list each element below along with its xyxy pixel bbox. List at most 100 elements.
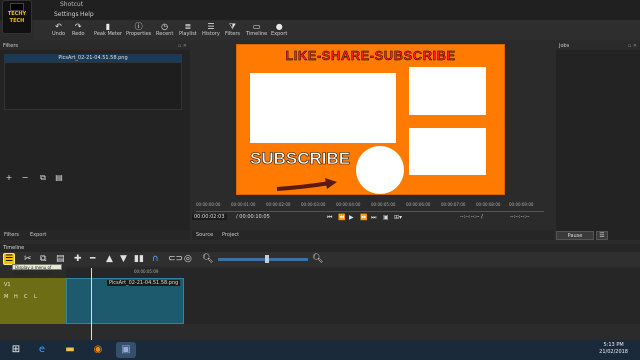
redo-icon: ↷ <box>74 22 82 31</box>
cut-icon[interactable]: ✂ <box>24 254 32 264</box>
split-icon[interactable]: ▮▮ <box>134 254 144 264</box>
jobs-menu-icon[interactable]: ☰ <box>596 231 608 240</box>
current-time-field[interactable]: 00:00:02:03 <box>192 214 227 220</box>
timeline-button[interactable]: ▭ Timeline <box>246 22 267 37</box>
clock-time: 5:13 PM <box>603 342 624 348</box>
ripple-icon[interactable]: ⊂⊃ <box>168 254 183 264</box>
tooltip: Display a menu of additional actions <box>12 264 62 276</box>
timeline-title: Timeline <box>3 245 25 251</box>
ruler-tick: 00:00:01:00 <box>231 202 256 207</box>
timeline-clip[interactable]: PicsArt_02-21-04.51.58.png <box>66 278 184 324</box>
shotcut-taskbar-icon[interactable]: ▣ <box>116 342 136 358</box>
internet-explorer-icon[interactable]: e <box>32 342 52 358</box>
panel-float-close-icon[interactable]: ▫ ✕ <box>178 42 187 50</box>
app-title: Shotcut <box>60 1 84 8</box>
source-tab-bar: Source Project <box>192 230 554 240</box>
zoom-slider[interactable] <box>218 258 308 261</box>
timeline-panel-header: Timeline <box>0 244 640 252</box>
save-filter-icon[interactable]: ▤ <box>54 173 64 183</box>
remove-filter-button[interactable]: − <box>20 173 30 183</box>
export-button[interactable]: ● Export <box>271 22 287 37</box>
tab-export[interactable]: Export <box>30 232 46 238</box>
rewind-icon[interactable]: ⏪ <box>338 214 345 221</box>
snap-icon[interactable]: ∩ <box>152 254 159 264</box>
lift-icon[interactable]: ▲ <box>106 254 113 264</box>
menu-settings[interactable]: Settings <box>54 11 79 18</box>
add-filter-button[interactable]: + <box>4 173 14 183</box>
remove-icon[interactable]: ━ <box>90 254 95 264</box>
append-icon[interactable]: ✚ <box>74 254 82 264</box>
skip-next-icon[interactable]: ⏭ <box>371 214 376 222</box>
in-point-label: --:--:--:-- / <box>460 214 483 220</box>
tab-source[interactable]: Source <box>196 232 213 238</box>
mute-button[interactable]: M <box>4 294 8 300</box>
history-button[interactable]: ☰ History <box>202 22 220 37</box>
menu-bar: Shotcut Settings Help <box>0 0 640 20</box>
undo-button[interactable]: ↶ Undo <box>52 22 65 37</box>
jobs-panel-title: Jobs <box>559 43 570 49</box>
properties-icon: ⓘ <box>134 22 143 31</box>
ruler-tick: 00:00:04:00 <box>336 202 361 207</box>
grid-icon[interactable]: ⊞▾ <box>394 214 402 221</box>
timeline-playhead[interactable] <box>91 268 92 340</box>
ripple-all-icon[interactable]: ◎ <box>184 254 192 264</box>
windows-taskbar: ⊞ e ▬ ◉ ▣ 5:13 PM 21/02/2018 <box>0 340 640 360</box>
track-header-v1[interactable]: V1 M H C L <box>0 278 66 324</box>
timeline-tick: 00:00:05:09 <box>134 269 159 274</box>
ruler-tick: 00:00:06:00 <box>406 202 431 207</box>
start-icon[interactable]: ⊞ <box>6 342 26 358</box>
logo-line-1: TECHY <box>7 11 27 17</box>
redo-button[interactable]: ↷ Redo <box>72 22 85 37</box>
overwrite-icon[interactable]: ▼ <box>120 254 127 264</box>
paste-icon[interactable]: ▤ <box>56 254 65 264</box>
peak-meter-button[interactable]: ▮ Peak Meter <box>94 22 122 37</box>
transport-bar: 00:00:02:03 / 00:00:10:05 ⏮ ⏪ ▶ ⏩ ⏭ ▣ ⊞▾… <box>192 213 554 223</box>
zoom-slider-handle[interactable] <box>265 255 269 263</box>
timeline-ruler[interactable]: 00:00:05:09 <box>66 268 640 278</box>
zoom-in-icon[interactable]: 🔍︎ <box>312 254 323 264</box>
tab-filters[interactable]: Filters <box>4 232 19 238</box>
panel-float-close-icon[interactable]: ▫ ✕ <box>628 42 637 50</box>
jobs-panel: Jobs ▫ ✕ Pause ☰ <box>556 42 640 240</box>
top-hat-icon <box>10 3 24 11</box>
volume-icon[interactable]: ▣ <box>383 214 389 221</box>
white-circle <box>356 146 404 194</box>
filters-panel-header: Filters ▫ ✕ <box>0 42 190 50</box>
video-frame[interactable]: LIKE-SHARE-SUBSCRIBE SUBSCRIBE <box>236 44 505 195</box>
white-box-left <box>250 73 396 143</box>
pause-button[interactable]: Pause <box>556 231 594 240</box>
properties-button[interactable]: ⓘ Properties <box>126 22 151 37</box>
ruler-tick: 00:00:08:00 <box>476 202 501 207</box>
firefox-icon[interactable]: ◉ <box>88 342 108 358</box>
fast-forward-icon[interactable]: ⏩ <box>360 214 367 221</box>
recent-button[interactable]: ◷ Recent <box>156 22 173 37</box>
track-name: V1 <box>4 282 11 288</box>
preview-ruler[interactable]: 00:00:00:00 00:00:01:00 00:00:02:00 00:0… <box>196 202 544 212</box>
tab-project[interactable]: Project <box>222 232 239 238</box>
logo-line-2: TECH <box>9 18 25 24</box>
file-explorer-icon[interactable]: ▬ <box>60 342 80 358</box>
system-clock[interactable]: 5:13 PM 21/02/2018 <box>599 342 628 356</box>
hide-button[interactable]: H <box>14 294 18 300</box>
lock-button[interactable]: L <box>34 294 37 300</box>
play-icon[interactable]: ▶ <box>349 214 354 221</box>
video-banner-text: LIKE-SHARE-SUBSCRIBE <box>285 48 456 63</box>
copy-icon[interactable]: ⧉ <box>40 254 46 264</box>
filter-list[interactable] <box>4 62 182 110</box>
playlist-button[interactable]: ≣ Playlist <box>179 22 197 37</box>
export-icon: ● <box>275 22 283 31</box>
zoom-out-icon[interactable]: 🔍︎ <box>202 254 213 264</box>
skip-previous-icon[interactable]: ⏮ <box>327 214 332 222</box>
subscribe-text: SUBSCRIBE <box>250 149 351 169</box>
copy-filter-icon[interactable]: ⧉ <box>38 173 48 183</box>
filter-target-file[interactable]: PicsArt_02-21-04.51.58.png <box>4 54 182 62</box>
composite-button[interactable]: C <box>24 294 28 300</box>
menu-help[interactable]: Help <box>80 11 94 18</box>
jobs-panel-header: Jobs ▫ ✕ <box>556 42 640 50</box>
track-v1[interactable]: PicsArt_02-21-04.51.58.png <box>66 278 640 324</box>
peak-meter-icon: ▮ <box>105 22 111 31</box>
ruler-tick: 00:00:03:00 <box>301 202 326 207</box>
filters-button[interactable]: ⧩ Filters <box>225 22 240 37</box>
recent-icon: ◷ <box>161 22 169 31</box>
duration-label: / 00:00:10:05 <box>236 214 270 220</box>
